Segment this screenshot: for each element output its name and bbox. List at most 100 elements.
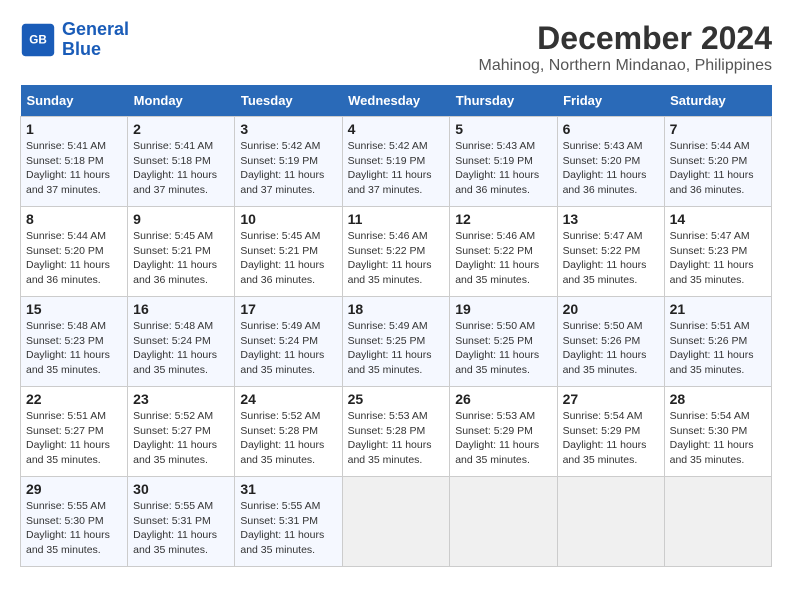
- calendar-day-cell: 17 Sunrise: 5:49 AM Sunset: 5:24 PM Dayl…: [235, 297, 342, 387]
- day-number: 1: [26, 121, 122, 137]
- sunset-text: Sunset: 5:26 PM: [670, 334, 766, 349]
- sunset-text: Sunset: 5:30 PM: [670, 424, 766, 439]
- day-number: 13: [563, 211, 659, 227]
- sunset-text: Sunset: 5:22 PM: [455, 244, 551, 259]
- sunset-text: Sunset: 5:19 PM: [348, 154, 445, 169]
- calendar-week-row: 22 Sunrise: 5:51 AM Sunset: 5:27 PM Dayl…: [21, 387, 772, 477]
- sunrise-text: Sunrise: 5:45 AM: [240, 229, 336, 244]
- sunrise-text: Sunrise: 5:41 AM: [133, 139, 229, 154]
- day-info: Sunrise: 5:53 AM Sunset: 5:28 PM Dayligh…: [348, 409, 445, 468]
- day-number: 19: [455, 301, 551, 317]
- day-number: 16: [133, 301, 229, 317]
- day-number: 3: [240, 121, 336, 137]
- sunrise-text: Sunrise: 5:55 AM: [240, 499, 336, 514]
- sunrise-text: Sunrise: 5:49 AM: [348, 319, 445, 334]
- day-info: Sunrise: 5:45 AM Sunset: 5:21 PM Dayligh…: [240, 229, 336, 288]
- daylight-text: Daylight: 11 hours and 37 minutes.: [348, 168, 445, 197]
- sunrise-text: Sunrise: 5:47 AM: [670, 229, 766, 244]
- day-info: Sunrise: 5:50 AM Sunset: 5:25 PM Dayligh…: [455, 319, 551, 378]
- day-number: 22: [26, 391, 122, 407]
- day-number: 25: [348, 391, 445, 407]
- day-number: 24: [240, 391, 336, 407]
- sunset-text: Sunset: 5:21 PM: [133, 244, 229, 259]
- day-info: Sunrise: 5:52 AM Sunset: 5:28 PM Dayligh…: [240, 409, 336, 468]
- sunset-text: Sunset: 5:21 PM: [240, 244, 336, 259]
- title-section: December 2024 Mahinog, Northern Mindanao…: [478, 20, 772, 75]
- calendar-day-cell: 4 Sunrise: 5:42 AM Sunset: 5:19 PM Dayli…: [342, 117, 450, 207]
- daylight-text: Daylight: 11 hours and 35 minutes.: [26, 348, 122, 377]
- logo-name-line2: Blue: [62, 39, 101, 59]
- sunrise-text: Sunrise: 5:51 AM: [26, 409, 122, 424]
- sunrise-text: Sunrise: 5:46 AM: [348, 229, 445, 244]
- sunset-text: Sunset: 5:23 PM: [670, 244, 766, 259]
- month-year-title: December 2024: [478, 20, 772, 57]
- calendar-day-cell: 10 Sunrise: 5:45 AM Sunset: 5:21 PM Dayl…: [235, 207, 342, 297]
- calendar-day-cell: 21 Sunrise: 5:51 AM Sunset: 5:26 PM Dayl…: [664, 297, 771, 387]
- daylight-text: Daylight: 11 hours and 35 minutes.: [240, 438, 336, 467]
- day-info: Sunrise: 5:55 AM Sunset: 5:31 PM Dayligh…: [240, 499, 336, 558]
- sunset-text: Sunset: 5:29 PM: [455, 424, 551, 439]
- day-number: 26: [455, 391, 551, 407]
- day-info: Sunrise: 5:55 AM Sunset: 5:30 PM Dayligh…: [26, 499, 122, 558]
- calendar-week-row: 15 Sunrise: 5:48 AM Sunset: 5:23 PM Dayl…: [21, 297, 772, 387]
- day-info: Sunrise: 5:51 AM Sunset: 5:26 PM Dayligh…: [670, 319, 766, 378]
- empty-cell: [342, 477, 450, 567]
- day-info: Sunrise: 5:41 AM Sunset: 5:18 PM Dayligh…: [133, 139, 229, 198]
- day-info: Sunrise: 5:52 AM Sunset: 5:27 PM Dayligh…: [133, 409, 229, 468]
- calendar-day-cell: 16 Sunrise: 5:48 AM Sunset: 5:24 PM Dayl…: [128, 297, 235, 387]
- day-info: Sunrise: 5:43 AM Sunset: 5:19 PM Dayligh…: [455, 139, 551, 198]
- day-number: 5: [455, 121, 551, 137]
- calendar-day-cell: 25 Sunrise: 5:53 AM Sunset: 5:28 PM Dayl…: [342, 387, 450, 477]
- calendar-day-cell: 9 Sunrise: 5:45 AM Sunset: 5:21 PM Dayli…: [128, 207, 235, 297]
- location-subtitle: Mahinog, Northern Mindanao, Philippines: [478, 57, 772, 75]
- calendar-day-cell: 14 Sunrise: 5:47 AM Sunset: 5:23 PM Dayl…: [664, 207, 771, 297]
- calendar-day-cell: 13 Sunrise: 5:47 AM Sunset: 5:22 PM Dayl…: [557, 207, 664, 297]
- daylight-text: Daylight: 11 hours and 36 minutes.: [133, 258, 229, 287]
- daylight-text: Daylight: 11 hours and 35 minutes.: [26, 528, 122, 557]
- sunrise-text: Sunrise: 5:54 AM: [563, 409, 659, 424]
- day-number: 9: [133, 211, 229, 227]
- day-info: Sunrise: 5:54 AM Sunset: 5:30 PM Dayligh…: [670, 409, 766, 468]
- daylight-text: Daylight: 11 hours and 35 minutes.: [563, 438, 659, 467]
- day-info: Sunrise: 5:51 AM Sunset: 5:27 PM Dayligh…: [26, 409, 122, 468]
- weekday-header-friday: Friday: [557, 85, 664, 117]
- calendar-day-cell: 20 Sunrise: 5:50 AM Sunset: 5:26 PM Dayl…: [557, 297, 664, 387]
- day-info: Sunrise: 5:49 AM Sunset: 5:24 PM Dayligh…: [240, 319, 336, 378]
- sunrise-text: Sunrise: 5:41 AM: [26, 139, 122, 154]
- day-number: 18: [348, 301, 445, 317]
- calendar-day-cell: 24 Sunrise: 5:52 AM Sunset: 5:28 PM Dayl…: [235, 387, 342, 477]
- day-number: 6: [563, 121, 659, 137]
- sunrise-text: Sunrise: 5:43 AM: [455, 139, 551, 154]
- sunset-text: Sunset: 5:24 PM: [240, 334, 336, 349]
- daylight-text: Daylight: 11 hours and 37 minutes.: [26, 168, 122, 197]
- calendar-day-cell: 7 Sunrise: 5:44 AM Sunset: 5:20 PM Dayli…: [664, 117, 771, 207]
- empty-cell: [664, 477, 771, 567]
- sunset-text: Sunset: 5:23 PM: [26, 334, 122, 349]
- sunset-text: Sunset: 5:28 PM: [348, 424, 445, 439]
- sunset-text: Sunset: 5:18 PM: [26, 154, 122, 169]
- page-header: GB General Blue December 2024 Mahinog, N…: [20, 20, 772, 75]
- daylight-text: Daylight: 11 hours and 35 minutes.: [455, 258, 551, 287]
- sunset-text: Sunset: 5:27 PM: [133, 424, 229, 439]
- calendar-week-row: 29 Sunrise: 5:55 AM Sunset: 5:30 PM Dayl…: [21, 477, 772, 567]
- day-number: 23: [133, 391, 229, 407]
- day-number: 11: [348, 211, 445, 227]
- day-number: 29: [26, 481, 122, 497]
- day-number: 20: [563, 301, 659, 317]
- sunset-text: Sunset: 5:19 PM: [455, 154, 551, 169]
- calendar-day-cell: 18 Sunrise: 5:49 AM Sunset: 5:25 PM Dayl…: [342, 297, 450, 387]
- day-number: 30: [133, 481, 229, 497]
- sunset-text: Sunset: 5:27 PM: [26, 424, 122, 439]
- weekday-header-tuesday: Tuesday: [235, 85, 342, 117]
- sunset-text: Sunset: 5:29 PM: [563, 424, 659, 439]
- day-info: Sunrise: 5:55 AM Sunset: 5:31 PM Dayligh…: [133, 499, 229, 558]
- day-info: Sunrise: 5:45 AM Sunset: 5:21 PM Dayligh…: [133, 229, 229, 288]
- daylight-text: Daylight: 11 hours and 35 minutes.: [670, 258, 766, 287]
- calendar-day-cell: 1 Sunrise: 5:41 AM Sunset: 5:18 PM Dayli…: [21, 117, 128, 207]
- sunrise-text: Sunrise: 5:54 AM: [670, 409, 766, 424]
- sunrise-text: Sunrise: 5:45 AM: [133, 229, 229, 244]
- calendar-day-cell: 12 Sunrise: 5:46 AM Sunset: 5:22 PM Dayl…: [450, 207, 557, 297]
- calendar-day-cell: 29 Sunrise: 5:55 AM Sunset: 5:30 PM Dayl…: [21, 477, 128, 567]
- calendar-day-cell: 15 Sunrise: 5:48 AM Sunset: 5:23 PM Dayl…: [21, 297, 128, 387]
- sunrise-text: Sunrise: 5:48 AM: [26, 319, 122, 334]
